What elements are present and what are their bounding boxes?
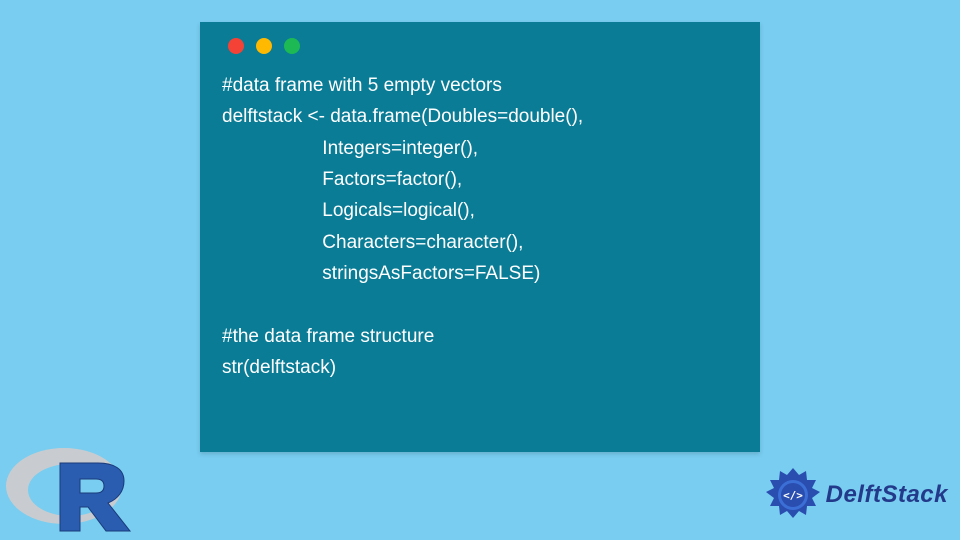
maximize-icon: [284, 38, 300, 54]
code-line: str(delftstack): [222, 357, 336, 378]
minimize-icon: [256, 38, 272, 54]
code-line: Factors=factor(),: [222, 169, 462, 190]
code-line: #data frame with 5 empty vectors: [222, 75, 502, 96]
code-block: #data frame with 5 empty vectors delftst…: [222, 70, 738, 383]
code-line: Logicals=logical(),: [222, 200, 475, 221]
close-icon: [228, 38, 244, 54]
code-window: #data frame with 5 empty vectors delftst…: [200, 22, 760, 452]
delftstack-badge-icon: </>: [764, 466, 822, 524]
svg-text:</>: </>: [783, 489, 803, 502]
code-line: Characters=character(),: [222, 232, 523, 253]
code-line: #the data frame structure: [222, 326, 434, 347]
code-line: Integers=integer(),: [222, 138, 478, 159]
r-language-logo-icon: [4, 439, 134, 534]
delftstack-label: DelftStack: [826, 481, 948, 509]
code-line: delftstack <- data.frame(Doubles=double(…: [222, 106, 583, 127]
window-controls: [222, 38, 738, 54]
code-line: stringsAsFactors=FALSE): [222, 263, 540, 284]
delftstack-logo: </> DelftStack: [764, 466, 948, 524]
